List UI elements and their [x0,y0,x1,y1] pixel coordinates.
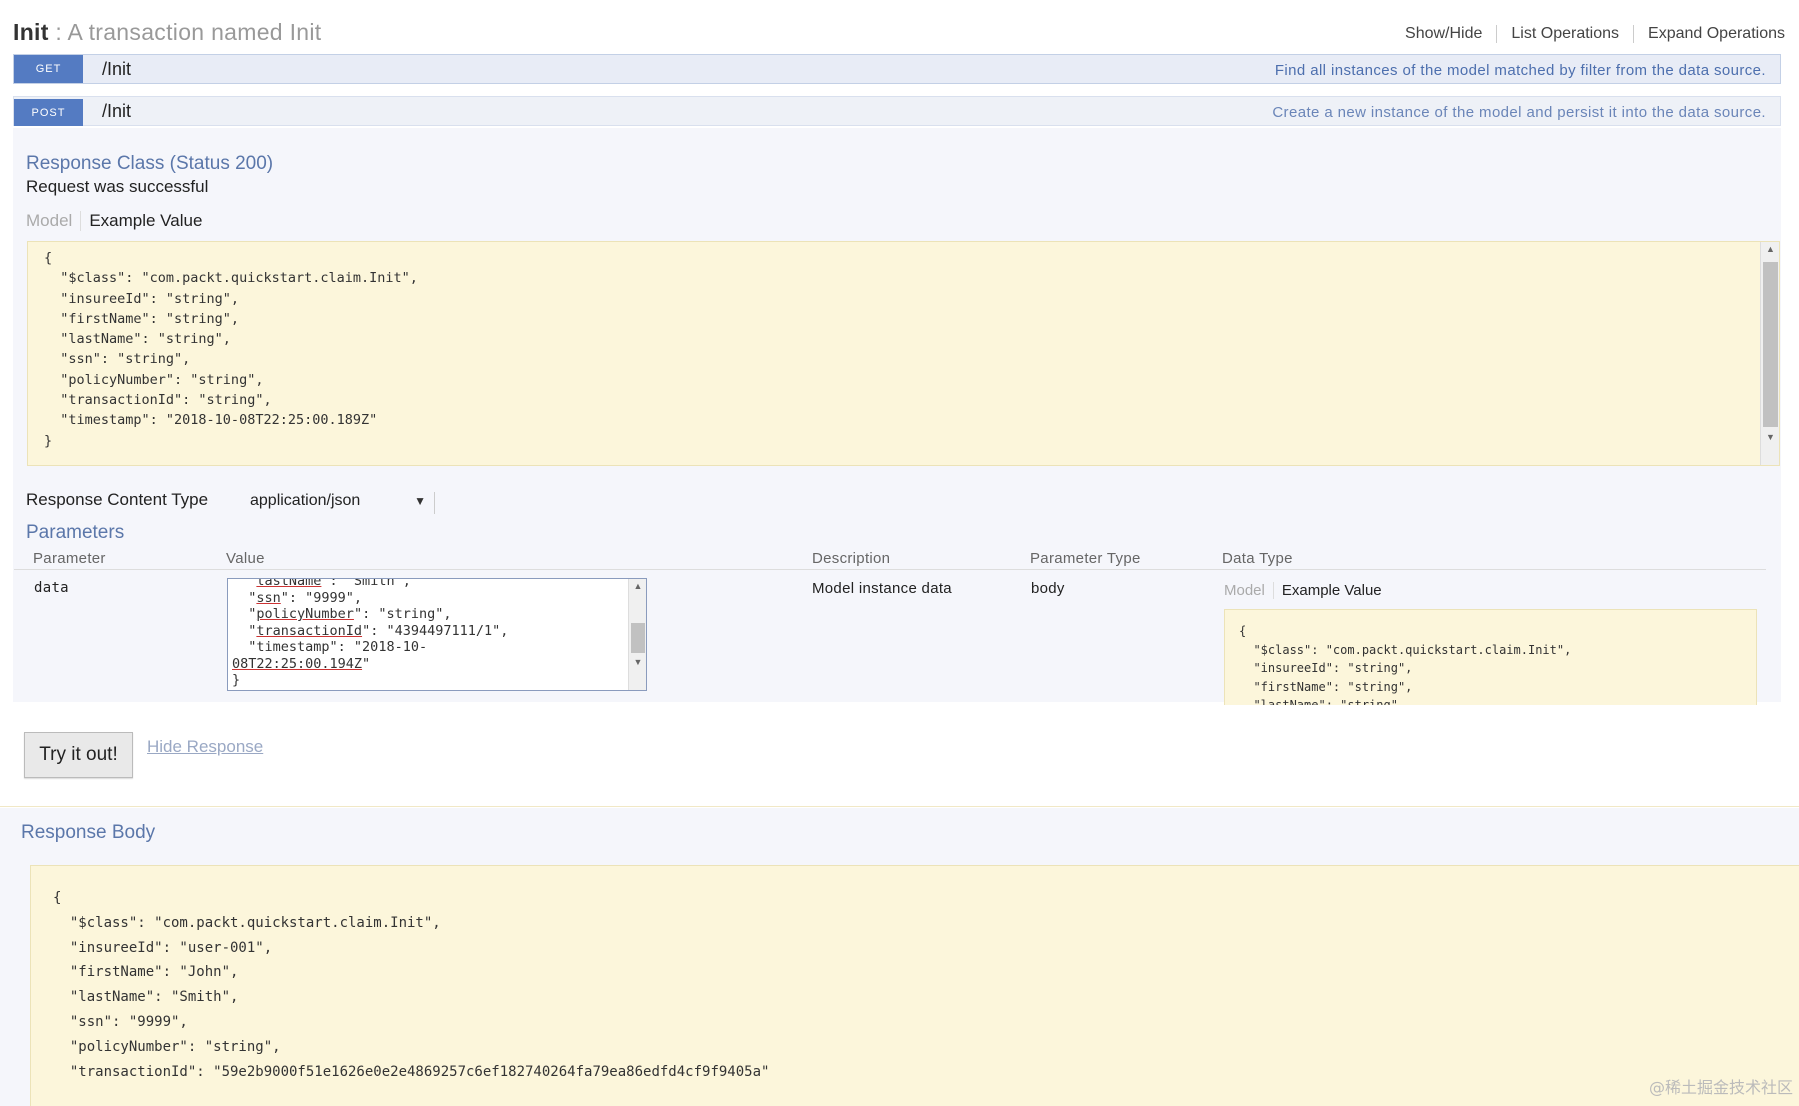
select-value: application/json [250,492,361,509]
column-header-description: Description [812,550,891,567]
resource-header: Init : A transaction named Init Show/Hid… [13,17,1785,53]
response-class-title: Response Class (Status 200) [26,153,274,174]
operation-path[interactable]: /Init [102,59,131,80]
textarea-line: "timestamp": "2018-10- [232,639,428,655]
response-body-code[interactable]: { "$class": "com.packt.quickstart.claim.… [30,865,1799,1106]
response-body-panel: Response Body { "$class": "com.packt.qui… [0,808,1799,1106]
textarea-content: "lastName": "Smith", "ssn": "9999", "pol… [232,578,509,689]
try-it-out-button[interactable]: Try it out! [24,732,133,778]
code-scrollbar[interactable]: ▲ ▼ [1760,242,1779,465]
show-hide-link[interactable]: Show/Hide [1391,25,1498,43]
parameter-type: body [1031,580,1065,597]
response-body-title: Response Body [21,822,156,843]
response-content-type-select[interactable]: application/json ▼ [250,492,435,514]
resource-links: Show/Hide List Operations Expand Operati… [1391,25,1785,43]
model-tab[interactable]: Model [26,211,82,231]
http-verb-badge[interactable]: POST [14,99,83,126]
textarea-scrollbar[interactable]: ▲ ▼ [628,579,646,690]
scroll-up-arrow-icon[interactable]: ▲ [1761,244,1779,254]
response-content-type-label: Response Content Type [26,490,209,509]
resource-name[interactable]: Init [13,19,49,45]
textarea-line: "policyNumber": "string", [232,606,452,622]
operation-description[interactable]: Find all instances of the model matched … [1275,62,1766,79]
response-model-tabs: Model Example Value [26,211,202,231]
response-example-text: { "$class": "com.packt.quickstart.claim.… [44,250,418,449]
column-header-parameter: Parameter [33,550,106,567]
operation-path[interactable]: /Init [102,101,131,122]
response-message: Request was successful [26,177,209,196]
table-header-divider [14,569,1766,570]
scrollbar-thumb[interactable] [1763,262,1778,427]
expand-operations-link[interactable]: Expand Operations [1634,25,1785,43]
parameter-value-textarea[interactable]: "lastName": "Smith", "ssn": "9999", "pol… [227,578,647,691]
parameters-title: Parameters [26,522,125,543]
textarea-line: 08T22:25:00.194Z" [232,655,371,672]
resource-title[interactable]: Init : A transaction named Init [13,19,321,46]
example-value-tab[interactable]: Example Value [1274,582,1382,599]
response-example-code[interactable]: { "$class": "com.packt.quickstart.claim.… [27,241,1780,466]
hide-response-link[interactable]: Hide Response [147,737,263,757]
watermark: @稀土掘金技术社区 [1648,1078,1793,1097]
model-tab[interactable]: Model [1224,582,1274,599]
data-type-example-text: { "$class": "com.packt.quickstart.claim.… [1239,624,1572,705]
textarea-line: "ssn": "9999", [232,589,363,606]
scroll-down-arrow-icon[interactable]: ▼ [1761,432,1779,442]
column-header-data-type: Data Type [1222,550,1293,567]
textarea-line: } [232,672,241,688]
operation-post-init[interactable]: POST /Init Create a new instance of the … [13,96,1781,126]
resource-description: : A transaction named Init [48,19,322,45]
column-header-parameter-type: Parameter Type [1030,550,1141,567]
list-operations-link[interactable]: List Operations [1497,25,1635,43]
response-body-text: { "$class": "com.packt.quickstart.claim.… [53,890,770,1080]
scrollbar-thumb[interactable] [631,623,645,653]
scroll-up-arrow-icon[interactable]: ▲ [629,581,646,591]
parameter-name: data [34,580,69,596]
http-verb-badge[interactable]: GET [14,55,83,83]
column-header-value: Value [226,550,265,567]
section-divider [0,806,1799,807]
example-value-tab[interactable]: Example Value [81,211,202,231]
caret-down-icon: ▼ [414,494,426,508]
operation-get-init[interactable]: GET /Init Find all instances of the mode… [13,54,1781,84]
textarea-line: "transactionId": "4394497111/1", [232,622,509,639]
operation-description[interactable]: Create a new instance of the model and p… [1272,104,1766,121]
textarea-line: "lastName": "Smith", [232,578,411,589]
parameter-description: Model instance data [812,580,952,597]
data-type-model-tabs: Model Example Value [1224,582,1382,599]
scroll-down-arrow-icon[interactable]: ▼ [629,657,646,667]
data-type-example-code[interactable]: { "$class": "com.packt.quickstart.claim.… [1224,609,1757,705]
